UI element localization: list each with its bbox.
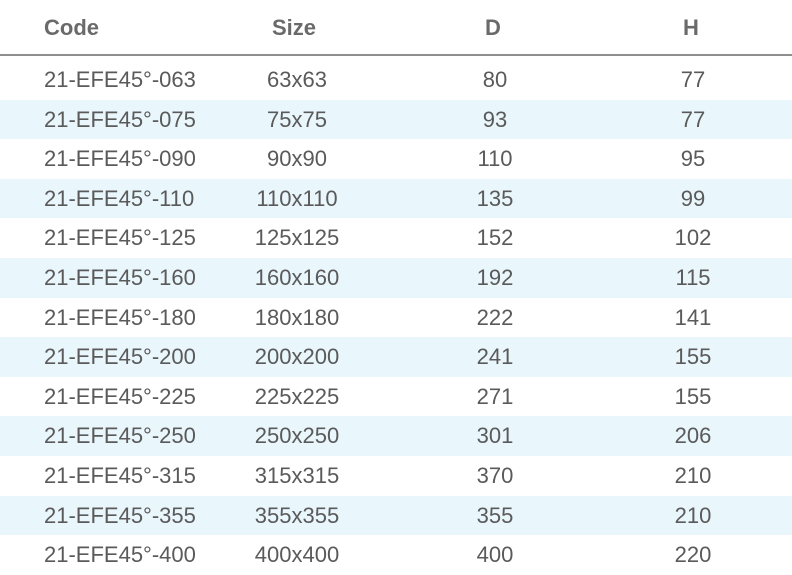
cell-code: 21-EFE45°-090 (44, 146, 196, 172)
table-row: 21-EFE45°-315 315x315 370 210 (0, 456, 792, 496)
cell-h: 206 (674, 423, 712, 449)
cell-d: 192 (476, 264, 514, 290)
column-header-d: D (485, 15, 501, 40)
cell-size: 180x180 (254, 304, 340, 330)
cell-h: 210 (674, 502, 712, 528)
cell-size: 75x75 (267, 106, 327, 132)
cell-code: 21-EFE45°-400 (44, 542, 196, 568)
cell-code: 21-EFE45°-200 (44, 344, 196, 370)
cell-code: 21-EFE45°-125 (44, 225, 196, 251)
cell-h: 102 (674, 225, 712, 251)
cell-size: 315x315 (254, 462, 340, 488)
cell-size: 200x200 (254, 344, 340, 370)
column-header-size: Size (272, 15, 317, 40)
table-header: Code Size D H (0, 0, 792, 56)
table-row: 21-EFE45°-180 180x180 222 141 (0, 298, 792, 338)
cell-d: 222 (476, 304, 514, 330)
column-header-h: H (683, 15, 699, 40)
cell-code: 21-EFE45°-075 (44, 106, 196, 132)
cell-d: 301 (476, 423, 514, 449)
cell-size: 160x160 (254, 264, 340, 290)
cell-code: 21-EFE45°-315 (44, 462, 196, 488)
dimensions-table: Code Size D H 21-EFE45°-063 63x63 80 77 … (0, 0, 792, 570)
cell-code: 21-EFE45°-225 (44, 383, 196, 409)
table-body: 21-EFE45°-063 63x63 80 77 21-EFE45°-075 … (0, 60, 792, 575)
table-row: 21-EFE45°-200 200x200 241 155 (0, 337, 792, 377)
cell-d: 80 (482, 67, 508, 92)
cell-code: 21-EFE45°-180 (44, 304, 196, 330)
table-row: 21-EFE45°-063 63x63 80 77 (0, 60, 792, 100)
cell-d: 152 (476, 225, 514, 251)
table-row: 21-EFE45°-355 355x355 355 210 (0, 495, 792, 536)
cell-code: 21-EFE45°-063 (44, 67, 196, 92)
cell-h: 77 (680, 67, 706, 92)
cell-size: 110x110 (256, 185, 338, 211)
cell-d: 271 (476, 383, 514, 409)
cell-size: 225x225 (254, 383, 340, 409)
table-row: 21-EFE45°-225 225x225 271 155 (0, 377, 792, 417)
table-row: 21-EFE45°-400 400x400 400 220 (0, 535, 792, 575)
column-header-code: Code (44, 15, 99, 40)
cell-h: 99 (680, 185, 706, 211)
cell-h: 141 (674, 304, 712, 330)
cell-h: 155 (674, 383, 712, 409)
cell-code: 21-EFE45°-355 (44, 502, 196, 528)
cell-h: 210 (674, 462, 712, 488)
cell-d: 400 (476, 542, 514, 568)
table-row: 21-EFE45°-110 110x110 135 99 (0, 178, 792, 219)
table-row: 21-EFE45°-250 250x250 301 206 (0, 416, 792, 456)
cell-size: 400x400 (254, 542, 340, 568)
cell-d: 110 (477, 146, 513, 172)
cell-h: 77 (680, 106, 706, 132)
cell-d: 241 (476, 344, 514, 370)
cell-code: 21-EFE45°-110 (44, 185, 195, 211)
cell-size: 125x125 (254, 225, 340, 251)
table-row: 21-EFE45°-160 160x160 192 115 (0, 257, 792, 298)
cell-h: 155 (674, 344, 712, 370)
table-row: 21-EFE45°-075 75x75 93 77 (0, 99, 792, 140)
cell-d: 370 (476, 462, 514, 488)
cell-code: 21-EFE45°-250 (44, 423, 196, 449)
cell-code: 21-EFE45°-160 (44, 264, 196, 290)
cell-size: 355x355 (254, 502, 340, 528)
cell-size: 63x63 (267, 67, 327, 92)
cell-h: 115 (675, 264, 711, 290)
cell-d: 355 (476, 502, 514, 528)
cell-d: 93 (482, 106, 508, 132)
cell-h: 220 (674, 542, 712, 568)
cell-d: 135 (476, 185, 514, 211)
cell-size: 250x250 (254, 423, 340, 449)
cell-h: 95 (680, 146, 706, 172)
table-row: 21-EFE45°-090 90x90 110 95 (0, 139, 792, 179)
cell-size: 90x90 (267, 146, 327, 172)
table-row: 21-EFE45°-125 125x125 152 102 (0, 218, 792, 258)
